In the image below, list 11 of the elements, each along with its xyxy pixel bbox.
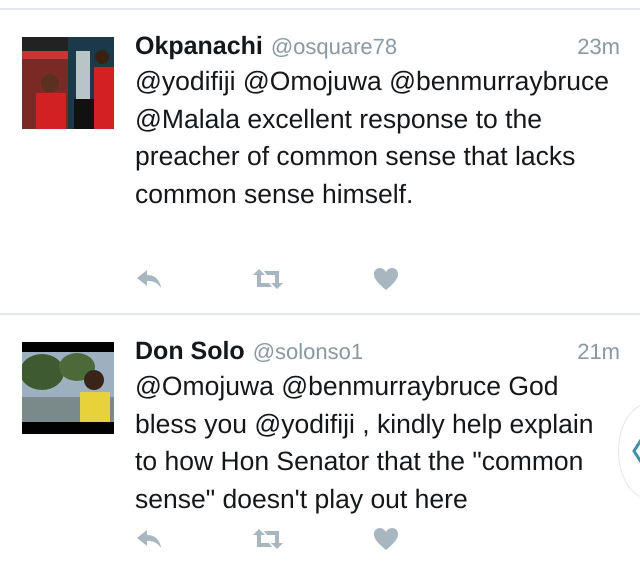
user-name[interactable]: Okpanachi: [135, 32, 263, 61]
heart-icon[interactable]: [371, 267, 401, 291]
heart-icon[interactable]: [371, 527, 401, 551]
tweet-text: @Omojuwa @benmurraybruce God bless you @yodifiji , kindly help explain to how Hon Senator that the "common sense" doesn't play out here: [135, 370, 594, 516]
user-name[interactable]: Don Solo: [135, 337, 245, 366]
chevron-left-icon: [631, 438, 640, 464]
retweet-icon[interactable]: [253, 267, 283, 291]
tweet-time: 21m: [577, 339, 620, 365]
retweet-icon[interactable]: [253, 527, 283, 551]
tweet-time: 23m: [577, 34, 620, 60]
tweet-text: @yodifiji @Omojuwa @benmurraybruce @Malala excellent response to the preacher of common sense that lacks common sense himself.: [135, 65, 610, 210]
